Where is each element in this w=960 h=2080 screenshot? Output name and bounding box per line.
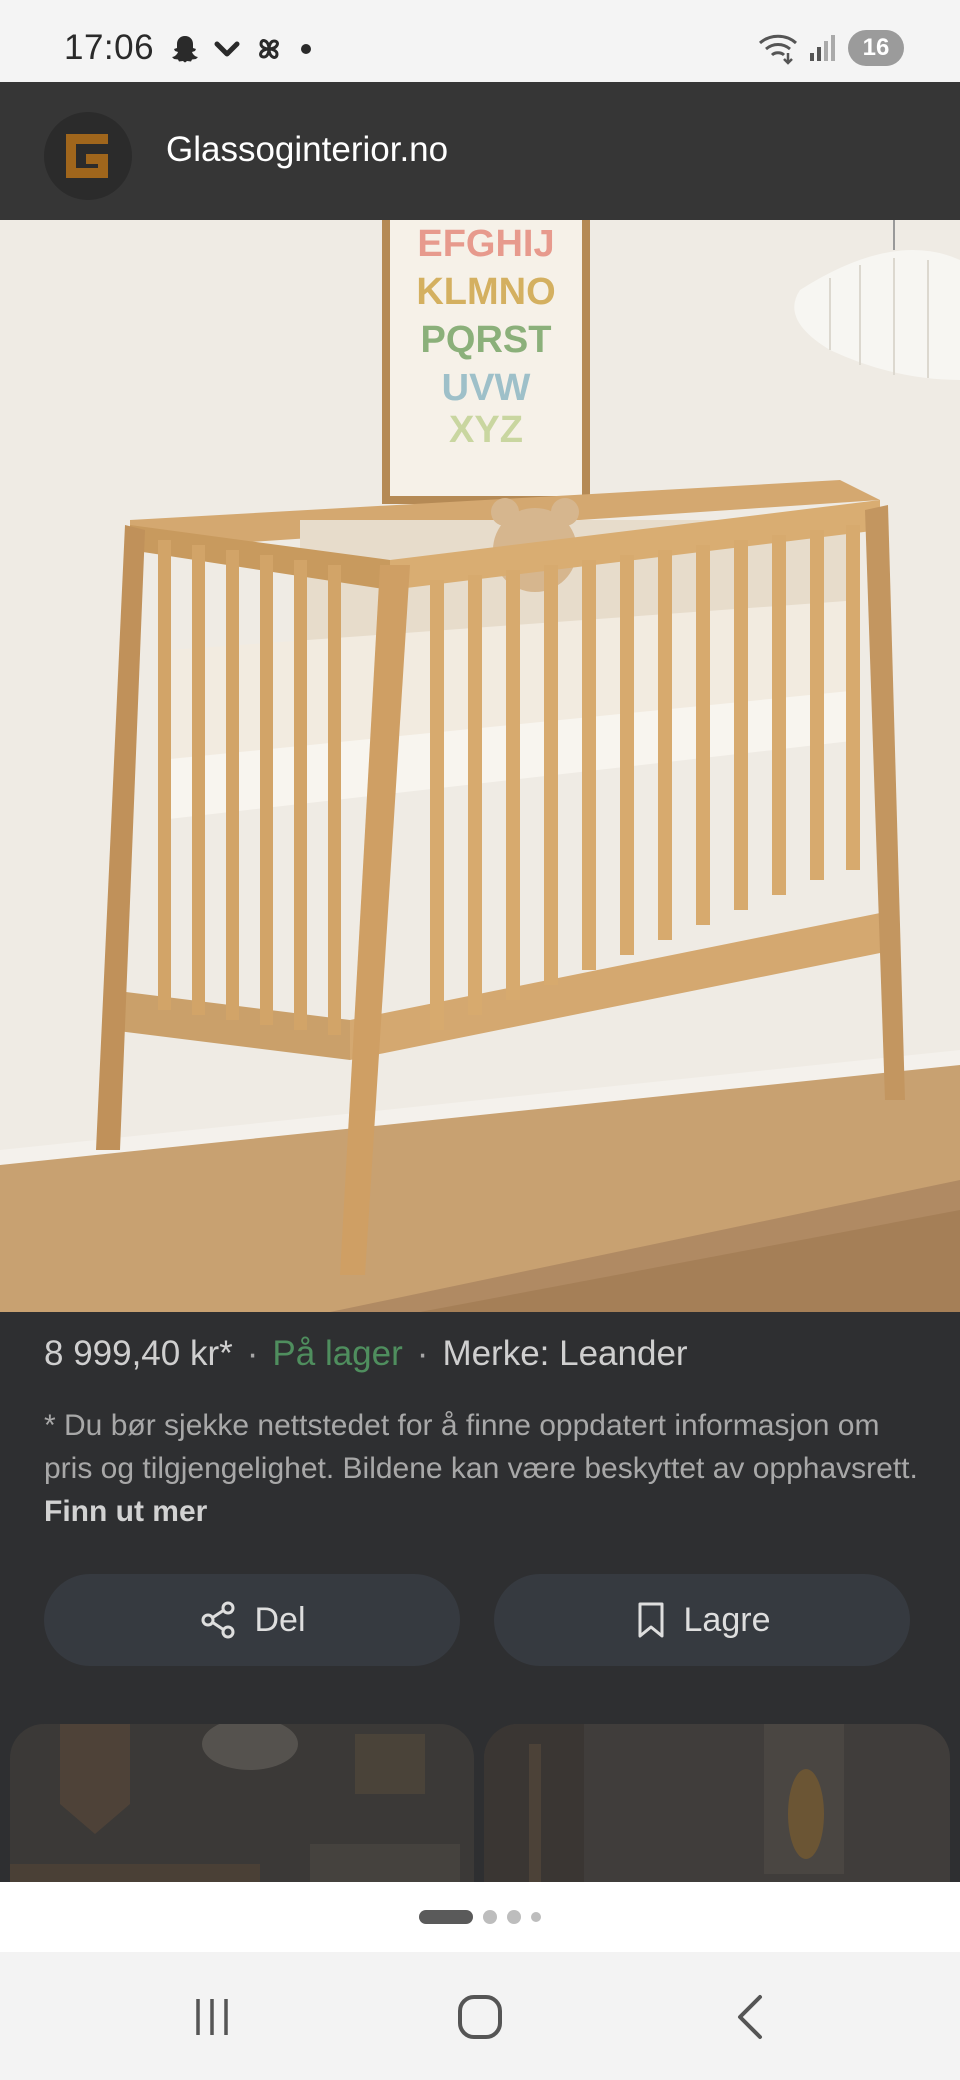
page-dot: [531, 1912, 541, 1922]
battery-indicator: 16: [848, 30, 904, 66]
product-image[interactable]: EFGHIJ KLMNO PQRST UVW XYZ: [0, 220, 960, 1312]
bookmark-icon: [638, 1602, 664, 1638]
page-indicator: [0, 1882, 960, 1952]
product-brand: Merke: Leander: [442, 1334, 688, 1373]
status-bar: 17:06 16: [0, 0, 960, 82]
recent-apps-button[interactable]: [172, 1982, 252, 2052]
price-disclaimer: * Du bør sjekke nettstedet for å finne o…: [44, 1404, 924, 1533]
product-info-line: 8 999,40 kr* · På lager · Merke: Leander: [44, 1334, 688, 1374]
product-price: 8 999,40 kr*: [44, 1334, 233, 1373]
signal-icon: [810, 35, 835, 61]
poster-letters-1: EFGHIJ: [417, 223, 554, 265]
share-icon: [201, 1601, 235, 1639]
share-label: Del: [254, 1600, 306, 1639]
share-button[interactable]: Del: [44, 1574, 460, 1666]
home-button[interactable]: [440, 1982, 520, 2052]
back-icon: [738, 1995, 762, 2039]
site-logo: [44, 112, 132, 200]
home-icon: [458, 1995, 502, 2039]
separator: ·: [246, 1334, 259, 1373]
pinwheel-icon: [259, 39, 279, 59]
site-name[interactable]: Glassoginterior.no: [166, 130, 448, 170]
stock-status: På lager: [272, 1334, 403, 1373]
poster-letters-2: KLMNO: [416, 271, 555, 313]
image-detail-panel: Glassoginterior.no EFGHIJ KLMNO PQRST UV…: [0, 82, 960, 1964]
disclaimer-text: * Du bør sjekke nettstedet for å finne o…: [44, 1409, 918, 1485]
save-button[interactable]: Lagre: [494, 1574, 910, 1666]
back-button[interactable]: [710, 1982, 790, 2052]
separator: ·: [416, 1334, 429, 1373]
poster-letters-3: PQRST: [421, 319, 552, 361]
page-dot: [483, 1910, 497, 1924]
learn-more-link[interactable]: Finn ut mer: [44, 1495, 207, 1528]
notification-icons: [168, 32, 316, 66]
save-label: Lagre: [683, 1600, 771, 1639]
poster-letters-5: XYZ: [449, 409, 523, 451]
system-icons: 16: [758, 30, 904, 66]
page-dot-active: [419, 1910, 473, 1924]
dot-icon: [301, 44, 311, 54]
source-header[interactable]: Glassoginterior.no: [0, 82, 960, 220]
wifi-icon: [758, 34, 798, 65]
recent-apps-icon: [196, 1999, 228, 2035]
snapchat-icon: [172, 36, 198, 63]
page-dot: [507, 1910, 521, 1924]
status-time: 17:06: [64, 28, 155, 67]
chevron-down-icon: [214, 41, 240, 57]
poster-letters-4: UVW: [442, 367, 531, 409]
system-nav-bar: [0, 1952, 960, 2080]
